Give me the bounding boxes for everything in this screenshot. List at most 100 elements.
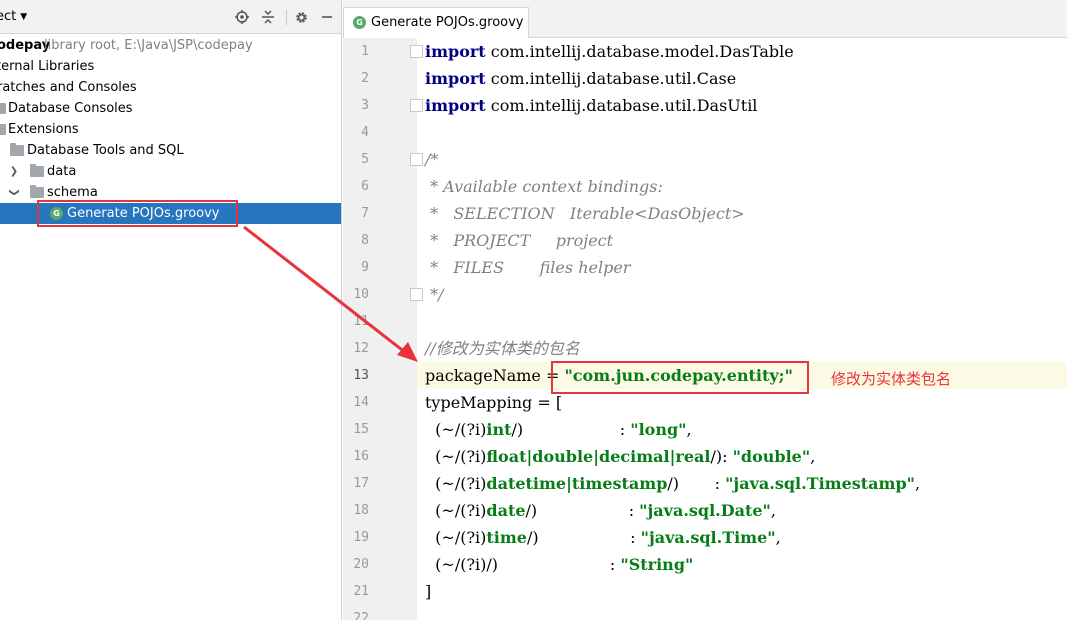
tree-item-extensions[interactable]: Extensions xyxy=(0,119,341,140)
project-view-selector[interactable]: ect▼ xyxy=(0,9,27,24)
line-number-gutter: 1 2 3 4 5 6 7 8 9 10 11 12 13 14 15 16 17 18 19 20 21 22 xyxy=(343,38,423,620)
regex-text: date xyxy=(486,501,526,520)
folder-icon xyxy=(30,185,44,198)
chevron-right-icon[interactable]: ❯ xyxy=(9,161,19,182)
string-literal: "java.sql.Time" xyxy=(640,528,776,547)
code-line-6: * Available context bindings: xyxy=(425,177,663,196)
code-line-2: import com.intellij.database.util.Case xyxy=(425,65,736,92)
code-text: , xyxy=(914,474,921,493)
code-text: , xyxy=(810,447,816,466)
line-number: 7 xyxy=(361,206,369,221)
code-area[interactable]: import com.intellij.database.model.DasTa… xyxy=(417,38,1067,620)
tree-item-external-libraries[interactable]: ternal Libraries xyxy=(0,56,341,77)
regex-text: int xyxy=(486,420,512,439)
code-text: , xyxy=(686,420,692,439)
tree-item-label: ratches and Consoles xyxy=(0,80,137,95)
code-line-1: import com.intellij.database.model.DasTa… xyxy=(425,38,794,65)
code-line-21: ] xyxy=(425,582,432,601)
code-text: /) : xyxy=(486,555,621,574)
tree-item-detail: library root, E:\Java\JSP\codepay xyxy=(44,38,253,53)
tree-item-scratches[interactable]: ratches and Consoles xyxy=(0,77,341,98)
code-line-15: (~/(?i)int/) : "long", xyxy=(425,416,692,443)
folder-icon xyxy=(30,164,44,177)
code-text: com.intellij.database.util.Case xyxy=(485,69,737,88)
line-number: 4 xyxy=(361,125,369,140)
string-literal: "String" xyxy=(620,555,694,574)
code-text: (~/(?i) xyxy=(425,447,487,466)
project-pane-toolbar: ect▼ xyxy=(0,0,341,34)
keyword: import xyxy=(425,42,486,61)
string-literal: "double" xyxy=(732,447,811,466)
code-line-18: (~/(?i)date/) : "java.sql.Date", xyxy=(425,497,776,524)
string-literal: "java.sql.Timestamp" xyxy=(725,474,915,493)
line-number: 18 xyxy=(353,503,369,518)
code-text: packageName = xyxy=(425,366,565,385)
project-pane: ect▼ odepay library root, E:\Java\JSP\co… xyxy=(0,0,342,620)
folder-icon xyxy=(10,143,24,156)
line-number: 10 xyxy=(353,287,369,302)
line-number: 19 xyxy=(353,530,369,545)
tree-item-data[interactable]: ❯ data xyxy=(0,161,341,182)
line-number: 1 xyxy=(361,44,369,59)
locate-icon[interactable] xyxy=(233,8,251,26)
tree-item-label: odepay xyxy=(0,38,51,53)
line-number: 5 xyxy=(361,152,369,167)
minimize-icon[interactable] xyxy=(318,8,336,26)
annotation-text: 修改为实体类包名 xyxy=(831,370,952,388)
line-number: 22 xyxy=(353,611,369,620)
string-literal: "long" xyxy=(630,420,687,439)
code-text: (~/(?i) xyxy=(425,528,487,547)
package-name-highlight-box xyxy=(551,361,809,394)
code-line-9: * FILES files helper xyxy=(425,258,631,277)
code-text: com.intellij.database.util.DasUtil xyxy=(485,96,758,115)
code-line-3: import com.intellij.database.util.DasUti… xyxy=(425,92,757,119)
chevron-down-icon[interactable]: ❯ xyxy=(4,188,25,198)
tree-item-label: Database Tools and SQL xyxy=(27,143,184,158)
code-line-8: * PROJECT project xyxy=(425,231,614,250)
code-text: /) : xyxy=(511,420,631,439)
folder-icon xyxy=(0,103,6,114)
code-text: (~/(?i) xyxy=(425,420,487,439)
line-number: 20 xyxy=(353,557,369,572)
code-text: com.intellij.database.model.DasTable xyxy=(485,42,794,61)
code-text: (~/(?i) xyxy=(425,555,487,574)
code-line-7: * SELECTION Iterable<DasObject> xyxy=(425,204,745,223)
code-line-19: (~/(?i)time/) : "java.sql.Time", xyxy=(425,524,781,551)
code-text: (~/(?i) xyxy=(425,474,487,493)
tree-item-database-consoles[interactable]: Database Consoles xyxy=(0,98,341,119)
tree-highlight-box xyxy=(37,200,238,227)
code-text: /) : xyxy=(667,474,726,493)
code-text: /) : xyxy=(526,528,641,547)
line-number: 11 xyxy=(353,314,369,329)
folder-icon xyxy=(0,124,6,135)
code-line-12: //修改为实体类的包名 xyxy=(425,339,580,358)
gear-icon[interactable] xyxy=(292,8,310,26)
code-line-17: (~/(?i)datetime|timestamp/) : "java.sql.… xyxy=(425,470,920,497)
code-text: , xyxy=(775,528,781,547)
project-view-label: ect xyxy=(0,9,17,24)
line-number: 2 xyxy=(361,71,369,86)
groovy-file-icon: G xyxy=(353,16,366,29)
line-number: 6 xyxy=(361,179,369,194)
line-number: 8 xyxy=(361,233,369,248)
line-number: 9 xyxy=(361,260,369,275)
code-text: , xyxy=(770,501,776,520)
code-line-5: /* xyxy=(425,150,439,169)
collapse-icon[interactable] xyxy=(259,8,277,26)
line-number: 21 xyxy=(353,584,369,599)
editor-pane: G Generate POJOs.groovy 1 2 3 4 5 6 7 8 9 10 11 12 1… xyxy=(343,0,1067,620)
code-line-10: */ xyxy=(425,285,444,304)
code-text: (~/(?i) xyxy=(425,501,487,520)
tab-generate-pojos[interactable]: G Generate POJOs.groovy xyxy=(343,7,529,38)
regex-text: float|double|decimal|real xyxy=(486,447,711,466)
line-number: 3 xyxy=(361,98,369,113)
code-line-16: (~/(?i)float|double|decimal|real/): "dou… xyxy=(425,443,815,470)
line-number: 17 xyxy=(353,476,369,491)
code-text: /) : xyxy=(525,501,640,520)
line-number: 12 xyxy=(353,341,369,356)
code-text: /): xyxy=(710,447,733,466)
string-literal: "java.sql.Date" xyxy=(639,501,771,520)
tree-item-database-tools[interactable]: Database Tools and SQL xyxy=(0,140,341,161)
code-line-14: typeMapping = [ xyxy=(425,393,563,412)
tree-item-codepay[interactable]: odepay library root, E:\Java\JSP\codepay xyxy=(0,35,341,56)
